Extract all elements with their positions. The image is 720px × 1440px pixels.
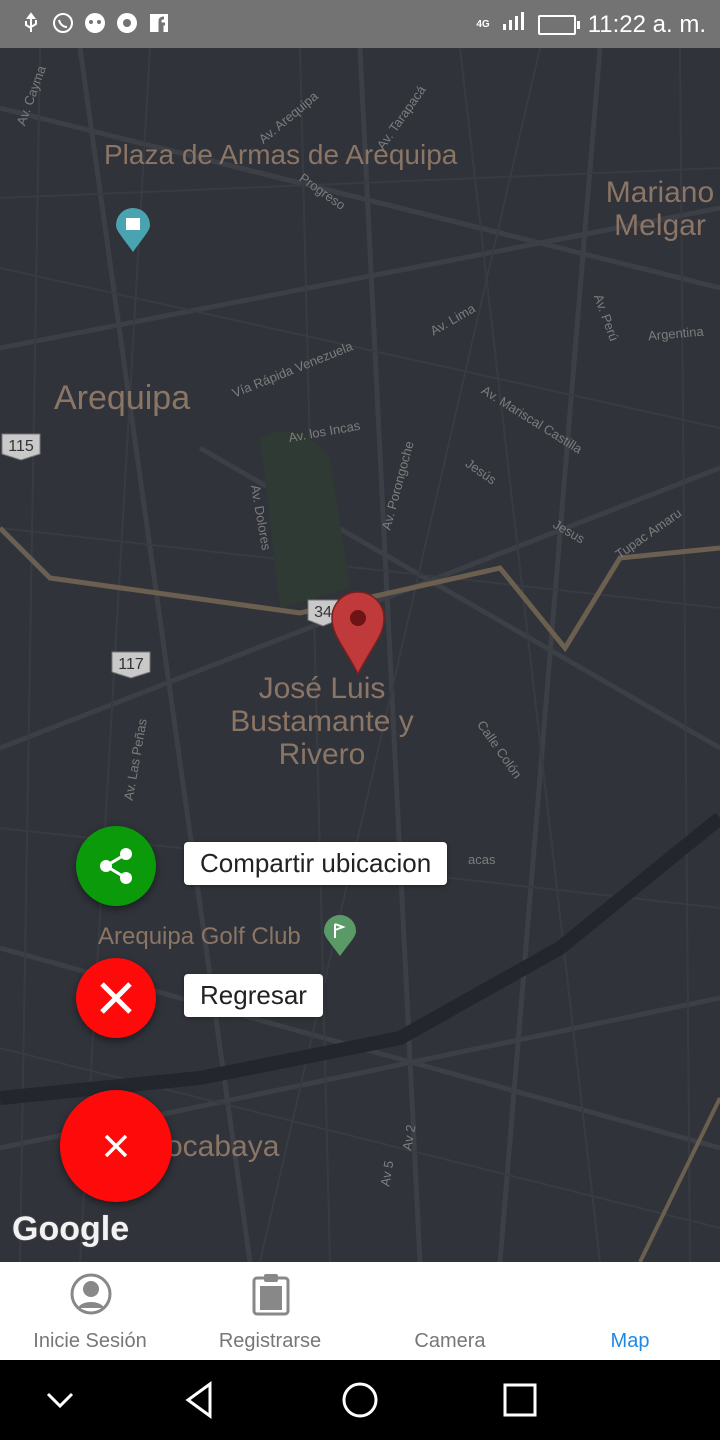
label-arequipa: Arequipa: [54, 379, 191, 417]
svg-text:117: 117: [118, 656, 144, 673]
google-attribution: Google: [12, 1210, 130, 1248]
street-label: acas: [468, 852, 496, 867]
usb-icon: [20, 12, 42, 34]
back-button[interactable]: [76, 958, 156, 1038]
tab-label: Registrarse: [218, 1330, 322, 1352]
share-icon: [100, 848, 132, 884]
tab-register[interactable]: Registrarse: [180, 1262, 360, 1360]
share-location-label[interactable]: Compartir ubicacion: [184, 842, 448, 885]
label-plaza: Plaza de Armas de Arequipa: [104, 139, 458, 170]
label-golf-club: Arequipa Golf Club: [98, 923, 301, 950]
clock: 11:22 a. m.: [587, 10, 706, 38]
bottom-tab-bar: Inicie Sesión Registrarse Camera Map: [0, 1262, 720, 1360]
close-icon: [100, 982, 132, 1014]
landmark-poi-icon[interactable]: [114, 208, 152, 254]
svg-text:115: 115: [8, 438, 34, 455]
map-view[interactable]: Plaza de Armas de Arequipa Mariano Melga…: [0, 48, 720, 1262]
home-nav-icon[interactable]: [340, 1380, 380, 1420]
recents-nav-icon[interactable]: [500, 1380, 540, 1420]
chevron-down-icon[interactable]: [40, 1380, 80, 1420]
system-nav-bar: [0, 1360, 720, 1440]
whatsapp-icon: [52, 12, 74, 34]
status-bar: 4G 11:22 a. m.: [0, 0, 720, 48]
share-location-button[interactable]: [76, 826, 156, 906]
network-type: 4G: [476, 18, 490, 30]
tab-label: Camera: [414, 1330, 486, 1352]
facebook-icon: [148, 12, 170, 34]
signal-icon: [502, 10, 526, 39]
soccer-icon: [116, 12, 138, 34]
tab-camera[interactable]: Camera: [360, 1262, 540, 1360]
battery-icon: [537, 14, 580, 35]
label-socabaya: ocabaya: [166, 1130, 280, 1163]
back-label[interactable]: Regresar: [184, 974, 323, 1017]
golf-poi-icon[interactable]: [322, 914, 358, 958]
route-shield-117: 117: [111, 651, 151, 679]
tab-label: Map: [610, 1330, 650, 1352]
fab-menu-toggle[interactable]: [60, 1090, 172, 1202]
close-icon: [104, 1134, 128, 1158]
tab-map[interactable]: Map: [540, 1262, 720, 1360]
route-shield-115: 115: [1, 433, 41, 461]
tab-label: Inicie Sesión: [33, 1330, 147, 1352]
user-icon: [70, 1273, 112, 1315]
label-mariano-melgar: Mariano Melgar: [605, 176, 715, 242]
clipboard-icon: [252, 1274, 290, 1316]
label-jose-luis: José Luis Bustamante y Rivero: [230, 672, 414, 771]
back-nav-icon[interactable]: [180, 1380, 220, 1420]
tab-login[interactable]: Inicie Sesión: [0, 1262, 180, 1360]
notification-icons: [20, 12, 170, 34]
location-pin-icon[interactable]: [330, 590, 386, 676]
game-icon: [84, 12, 106, 34]
